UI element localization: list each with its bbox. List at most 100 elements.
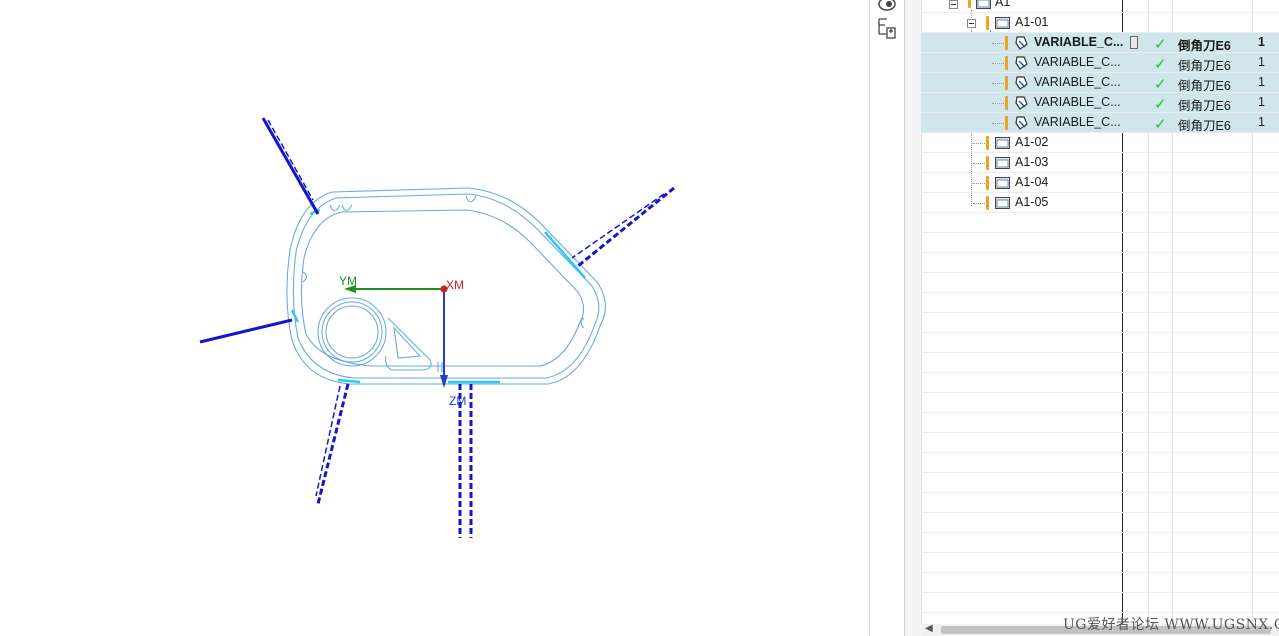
tree-item-label: A1-01 xyxy=(1015,15,1049,29)
empty-row xyxy=(921,493,1279,513)
tool-count: 1 xyxy=(1258,75,1265,89)
operation-row[interactable]: VARIABLE_C... ✓ 倒角刀E6 1 xyxy=(921,53,1279,73)
operation-name: VARIABLE_C... xyxy=(1034,115,1121,129)
tree-item-label: A1 xyxy=(995,0,1011,9)
tool-name: 倒角刀E6 xyxy=(1178,99,1231,113)
empty-row xyxy=(921,593,1279,613)
variable-contour-op-icon xyxy=(1015,96,1028,110)
work-coordinate-system: YM XM ZM xyxy=(339,274,466,408)
tree-line xyxy=(992,43,1004,44)
warning-icon xyxy=(986,136,989,150)
zm-arrow xyxy=(440,375,448,388)
tree-row-group[interactable]: A1-01 xyxy=(921,13,1279,33)
warning-icon xyxy=(986,156,989,170)
empty-row xyxy=(921,573,1279,593)
viewport-canvas: YM XM ZM xyxy=(199,117,675,538)
tree-line xyxy=(992,123,1004,124)
tree-row-group[interactable]: A1-03 xyxy=(921,153,1279,173)
empty-row xyxy=(921,373,1279,393)
xm-label: XM xyxy=(446,278,464,292)
selected-edges[interactable] xyxy=(290,208,586,384)
program-group-icon xyxy=(995,177,1010,189)
complete-check-icon: ✓ xyxy=(1154,56,1167,73)
tree-row-group[interactable]: A1-02 xyxy=(921,133,1279,153)
empty-row xyxy=(921,533,1279,553)
empty-row xyxy=(921,253,1279,273)
warning-icon xyxy=(1005,56,1008,70)
tree-line xyxy=(973,143,985,144)
complete-check-icon: ✓ xyxy=(1154,36,1167,53)
empty-row xyxy=(921,513,1279,533)
tree-line xyxy=(973,203,985,204)
zm-label: ZM xyxy=(449,394,466,408)
tool-count: 1 xyxy=(1258,95,1265,109)
warning-icon xyxy=(968,0,971,8)
edit-path-icon xyxy=(1130,36,1138,49)
warning-icon xyxy=(986,196,989,210)
empty-row xyxy=(921,273,1279,293)
tree-row-root[interactable]: A1 xyxy=(921,0,1279,13)
tree-item-label: A1-02 xyxy=(1015,135,1049,149)
tool-name: 倒角刀E6 xyxy=(1178,119,1231,133)
operation-row[interactable]: VARIABLE_C... ✓ 倒角刀E6 1 xyxy=(921,93,1279,113)
tree-row-group[interactable]: A1-05 xyxy=(921,193,1279,213)
empty-row xyxy=(921,213,1279,233)
operation-name: VARIABLE_C... xyxy=(1034,55,1121,69)
warning-icon xyxy=(986,16,989,30)
variable-contour-op-icon xyxy=(1015,56,1028,70)
empty-row xyxy=(921,233,1279,253)
tree-item-label: A1-03 xyxy=(1015,155,1049,169)
empty-row xyxy=(921,293,1279,313)
tree-item-label: A1-04 xyxy=(1015,175,1049,189)
warning-icon xyxy=(1005,76,1008,90)
complete-check-icon: ✓ xyxy=(1154,96,1167,113)
ym-label: YM xyxy=(339,274,357,288)
operation-name: VARIABLE_C... xyxy=(1034,35,1124,49)
scroll-left-icon[interactable]: ◀ xyxy=(925,623,933,634)
program-group-icon xyxy=(995,137,1010,149)
resource-bar xyxy=(870,0,905,636)
tool-count: 1 xyxy=(1258,115,1265,129)
program-group-icon xyxy=(995,157,1010,169)
empty-row xyxy=(921,333,1279,353)
program-group-icon xyxy=(976,0,991,9)
tree-item-label: A1-05 xyxy=(1015,195,1049,209)
tree-line xyxy=(992,83,1004,84)
variable-contour-op-icon xyxy=(1015,76,1028,90)
tree-line xyxy=(973,183,985,184)
operation-name: VARIABLE_C... xyxy=(1034,75,1121,89)
tool-name: 倒角刀E6 xyxy=(1178,39,1231,53)
tool-paths[interactable] xyxy=(199,117,675,538)
empty-row xyxy=(921,353,1279,373)
empty-row xyxy=(921,453,1279,473)
navigator-left-gutter xyxy=(905,0,922,636)
empty-row xyxy=(921,413,1279,433)
tree-line xyxy=(992,63,1004,64)
tool-name: 倒角刀E6 xyxy=(1178,59,1231,73)
empty-row xyxy=(921,393,1279,413)
complete-check-icon: ✓ xyxy=(1154,76,1167,93)
warning-icon xyxy=(1005,36,1008,50)
operation-row[interactable]: VARIABLE_C... ✓ 倒角刀E6 1 xyxy=(921,33,1279,53)
variable-contour-op-icon xyxy=(1015,36,1028,50)
graphics-viewport[interactable]: YM XM ZM xyxy=(0,0,870,636)
part-navigator-icon[interactable] xyxy=(875,16,899,40)
collapse-icon[interactable] xyxy=(967,19,976,28)
empty-row xyxy=(921,313,1279,333)
program-group-icon xyxy=(995,197,1010,209)
tool-name: 倒角刀E6 xyxy=(1178,79,1231,93)
operation-row[interactable]: VARIABLE_C... ✓ 倒角刀E6 1 xyxy=(921,73,1279,93)
tool-count: 1 xyxy=(1258,55,1265,69)
warning-icon xyxy=(1005,96,1008,110)
collapse-icon[interactable] xyxy=(949,0,958,9)
watermark: UG爱好者论坛 WWW.UGSNX.COM xyxy=(1063,617,1279,633)
tool-count: 1 xyxy=(1258,35,1265,49)
operation-name: VARIABLE_C... xyxy=(1034,95,1121,109)
tree-row-group[interactable]: A1-04 xyxy=(921,173,1279,193)
variable-contour-op-icon xyxy=(1015,116,1028,130)
empty-row xyxy=(921,433,1279,453)
warning-icon xyxy=(1005,116,1008,130)
tree-line xyxy=(992,103,1004,104)
operation-row[interactable]: VARIABLE_C... ✓ 倒角刀E6 1 xyxy=(921,113,1279,133)
tree-line xyxy=(973,163,985,164)
